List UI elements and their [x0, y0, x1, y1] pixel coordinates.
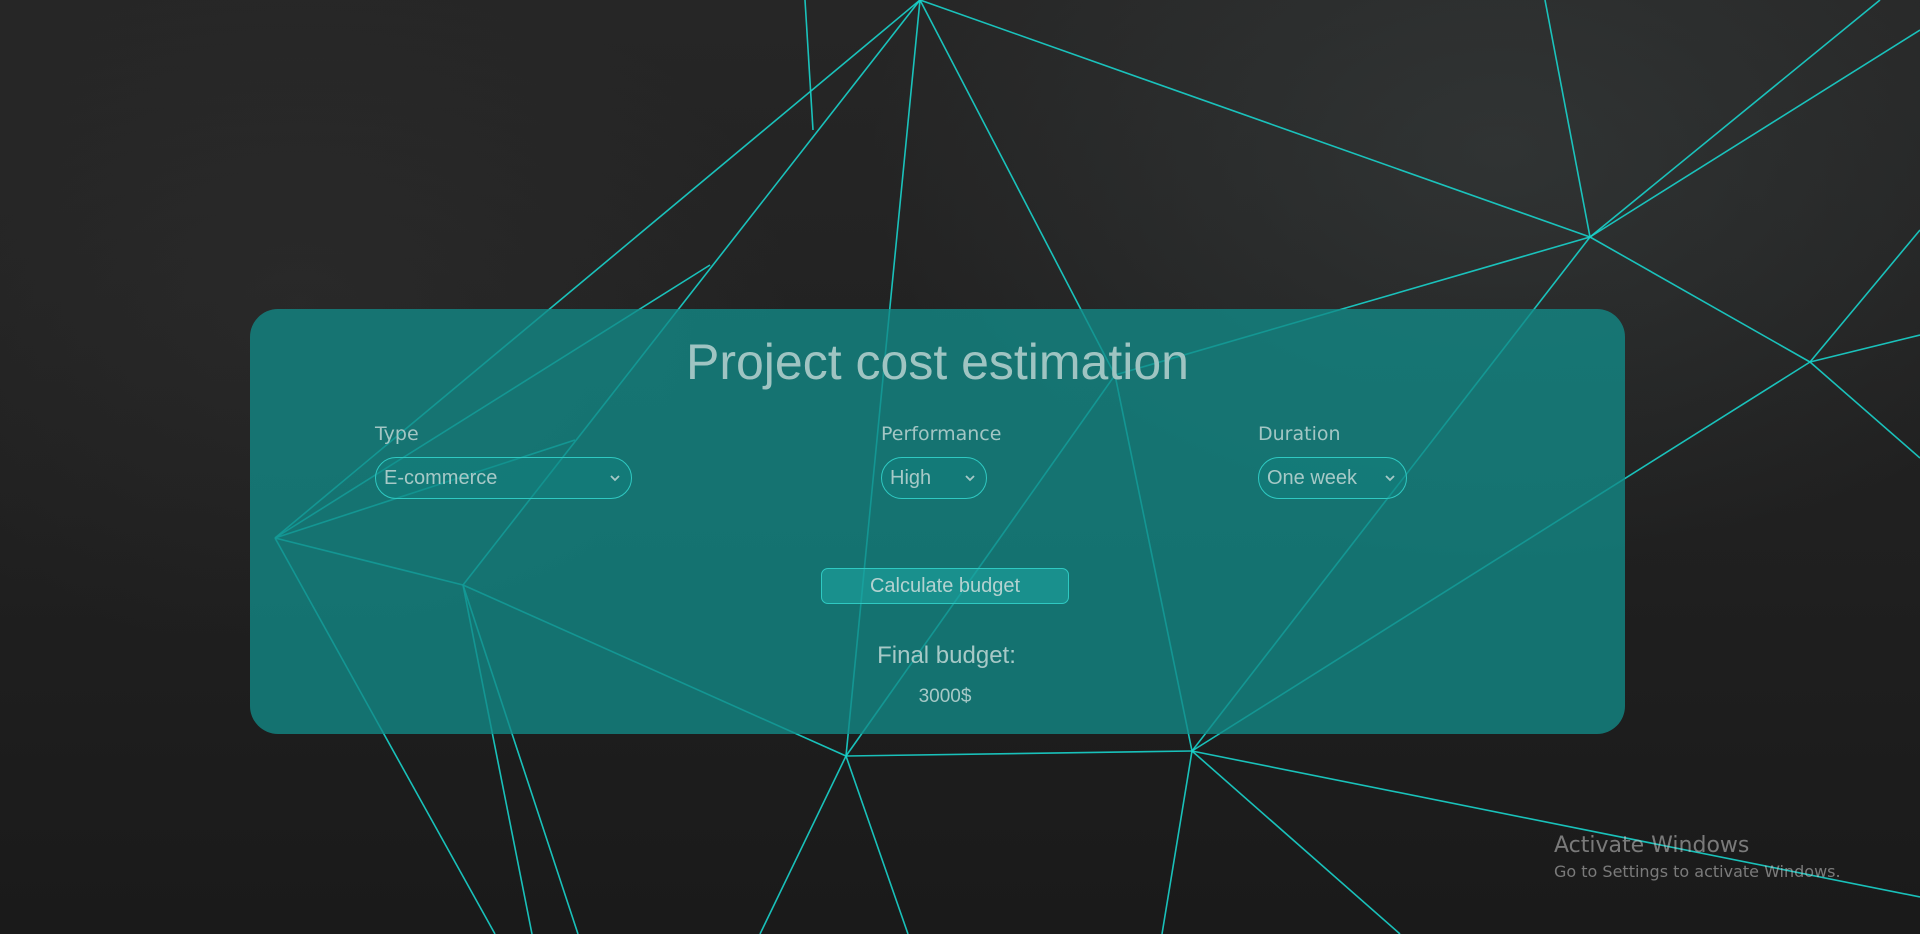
estimator-panel: Project cost estimation Type E-commerce … [250, 309, 1625, 734]
duration-select-value: One week [1267, 466, 1358, 489]
duration-label: Duration [1258, 423, 1341, 445]
type-label: Type [375, 423, 419, 445]
page-title: Project cost estimation [686, 334, 1189, 390]
chevron-down-icon [1385, 475, 1395, 482]
performance-select[interactable]: High [881, 457, 987, 499]
type-select[interactable]: E-commerce [375, 457, 632, 499]
watermark-subtitle: Go to Settings to activate Windows. [1554, 862, 1841, 881]
type-select-value: E-commerce [384, 466, 498, 489]
calculate-budget-button[interactable]: Calculate budget [821, 568, 1069, 604]
chevron-down-icon [610, 475, 620, 482]
final-budget-value: 3000$ [918, 686, 972, 707]
performance-select-value: High [890, 466, 932, 489]
activate-windows-watermark: Activate Windows Go to Settings to activ… [1554, 833, 1841, 881]
final-budget-label: Final budget: [877, 642, 1016, 669]
performance-label: Performance [881, 423, 1002, 445]
chevron-down-icon [965, 475, 975, 482]
watermark-title: Activate Windows [1554, 833, 1750, 858]
duration-select[interactable]: One week [1258, 457, 1407, 499]
